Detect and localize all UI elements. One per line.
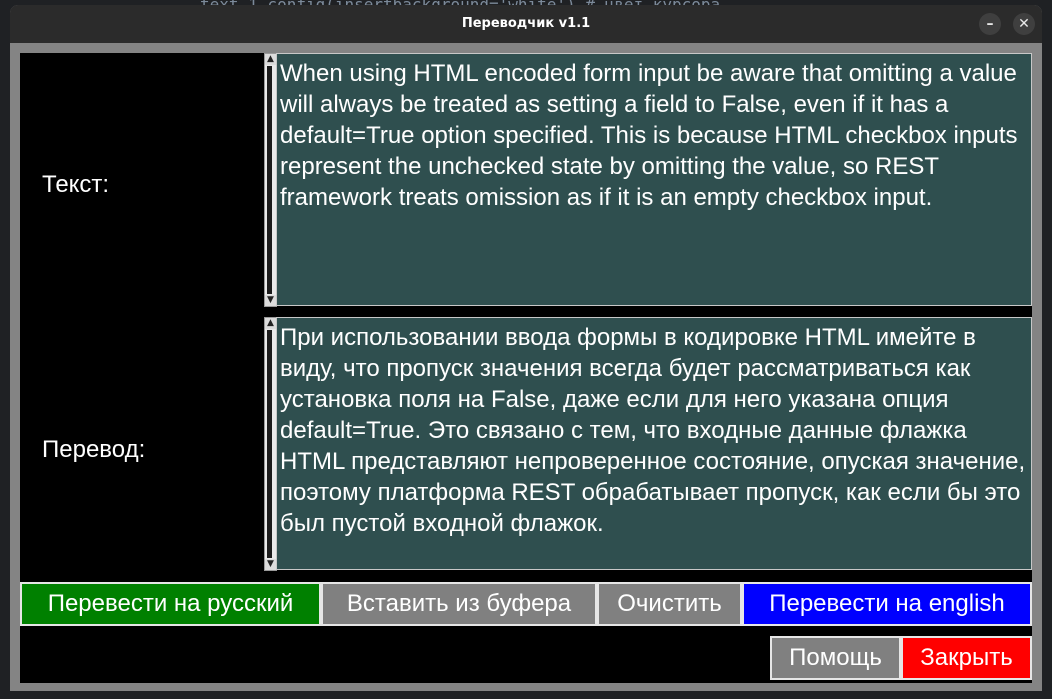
scroll-down-icon[interactable]: ▼ [265,295,276,306]
translate-to-english-button[interactable]: Перевести на english [742,582,1032,626]
main-content: Текст: ▲ ▼ When using HTML encoded form … [20,53,1032,683]
minimize-button[interactable]: – [979,13,1001,35]
scroll-thumb[interactable] [267,330,272,558]
paste-from-clipboard-button[interactable]: Вставить из буфера [321,582,597,626]
scroll-up-icon[interactable]: ▲ [265,318,276,329]
text-label: Текст: [42,171,110,198]
scroll-down-icon[interactable]: ▼ [265,559,276,570]
title-bar: Переводчик v1.1 – ✕ [10,5,1042,43]
translation-label: Перевод: [42,436,146,463]
translation-output[interactable]: При использовании ввода формы в кодировк… [276,317,1032,570]
app-window: Переводчик v1.1 – ✕ Текст: ▲ ▼ When usin… [10,5,1042,691]
window-title: Переводчик v1.1 [461,16,591,31]
help-button[interactable]: Помощь [770,636,901,680]
window-close-button[interactable]: ✕ [1013,13,1035,35]
scroll-thumb[interactable] [267,66,272,294]
scroll-up-icon[interactable]: ▲ [265,54,276,65]
close-button[interactable]: Закрыть [901,636,1032,680]
clear-button[interactable]: Очистить [597,582,742,626]
source-text-input[interactable]: When using HTML encoded form input be aw… [276,53,1032,306]
translate-to-russian-button[interactable]: Перевести на русский [20,582,321,626]
